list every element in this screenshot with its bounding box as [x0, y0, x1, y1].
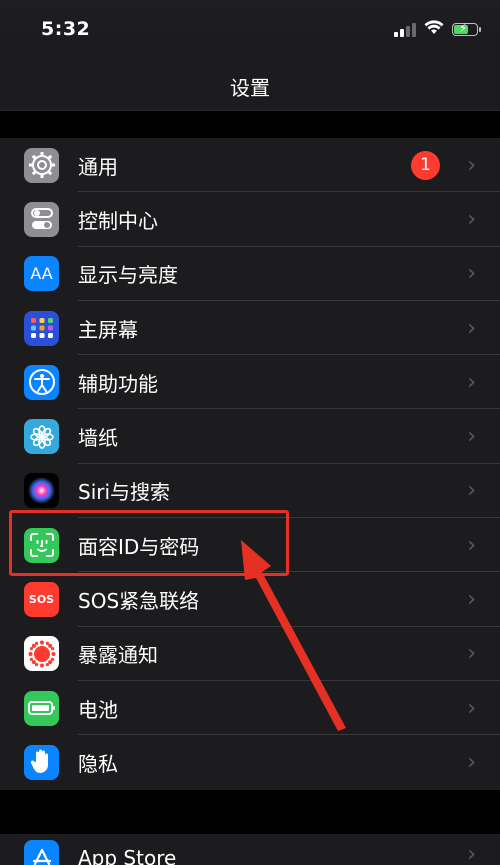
- settings-label-home-screen: 主屏幕: [78, 317, 138, 342]
- notification-badge: 1: [411, 150, 440, 180]
- sos-icon: SOS: [24, 582, 59, 618]
- chevron-right-icon: ›: [467, 261, 476, 287]
- settings-screen: 5:32 ⚡ 设置 通用 1 › 控制中心 › AA 显示与亮度 › 主屏幕 ›…: [0, 0, 500, 865]
- settings-row-face-id-passcode[interactable]: 面容ID与密码 ›: [0, 518, 500, 573]
- settings-label-accessibility: 辅助功能: [78, 371, 158, 396]
- chevron-right-icon: ›: [467, 478, 476, 504]
- battery-charging-icon: ⚡: [452, 21, 481, 36]
- settings-label-display-brightness: 显示与亮度: [78, 263, 178, 288]
- gear-icon: [24, 147, 59, 183]
- settings-label-privacy: 隐私: [78, 751, 118, 776]
- accessibility-icon: [24, 364, 59, 400]
- exposure-notification-icon: [24, 636, 59, 672]
- app-store-icon: [24, 840, 59, 865]
- chevron-right-icon: ›: [467, 695, 476, 721]
- chevron-right-icon: ›: [467, 369, 476, 395]
- settings-group-main: 通用 1 › 控制中心 › AA 显示与亮度 › 主屏幕 › 辅助功能 › 墙纸…: [0, 138, 500, 790]
- settings-row-privacy[interactable]: 隐私 ›: [0, 735, 500, 789]
- settings-label-battery: 电池: [78, 697, 118, 722]
- settings-row-emergency-sos[interactable]: SOS SOS紧急联络 ›: [0, 572, 500, 627]
- chevron-right-icon: ›: [467, 315, 476, 341]
- settings-label-exposure-notifications: 暴露通知: [78, 643, 158, 668]
- status-icons: ⚡: [394, 20, 481, 39]
- chevron-right-icon: ›: [467, 641, 476, 667]
- status-time: 5:32: [41, 18, 91, 40]
- chevron-right-icon: ›: [467, 152, 476, 178]
- chevron-right-icon: ›: [467, 532, 476, 558]
- settings-row-wallpaper[interactable]: 墙纸 ›: [0, 409, 500, 464]
- settings-row-control-center[interactable]: 控制中心 ›: [0, 192, 500, 247]
- page-title: 设置: [230, 76, 270, 100]
- settings-label-face-id-passcode: 面容ID与密码: [78, 534, 200, 559]
- settings-label-general: 通用: [78, 154, 118, 179]
- siri-icon: [24, 473, 59, 509]
- settings-row-general[interactable]: 通用 1 ›: [0, 138, 500, 193]
- settings-group-store: App Store ›: [0, 834, 500, 865]
- face-id-icon: [24, 527, 59, 563]
- home-screen-grid-icon: [24, 310, 59, 346]
- chevron-right-icon: ›: [467, 587, 476, 613]
- settings-row-app-store[interactable]: App Store ›: [0, 834, 500, 865]
- wallpaper-flower-icon: [24, 419, 59, 455]
- settings-label-siri-search: Siri与搜索: [78, 480, 171, 505]
- settings-row-siri-search[interactable]: Siri与搜索 ›: [0, 464, 500, 519]
- toggle-switches-icon: [24, 201, 59, 237]
- settings-row-home-screen[interactable]: 主屏幕 ›: [0, 301, 500, 356]
- settings-label-app-store: App Store: [78, 846, 177, 865]
- settings-row-display-brightness[interactable]: AA 显示与亮度 ›: [0, 247, 500, 301]
- chevron-right-icon: ›: [467, 842, 476, 865]
- cellular-signal-icon: [394, 22, 416, 37]
- settings-row-battery[interactable]: 电池 ›: [0, 681, 500, 736]
- chevron-right-icon: ›: [467, 206, 476, 232]
- settings-label-control-center: 控制中心: [78, 208, 158, 233]
- wifi-icon: [424, 20, 444, 39]
- chevron-right-icon: ›: [467, 424, 476, 450]
- display-aa-icon: AA: [24, 256, 59, 292]
- settings-row-accessibility[interactable]: 辅助功能 ›: [0, 355, 500, 410]
- battery-icon: [24, 690, 59, 726]
- chevron-right-icon: ›: [467, 749, 476, 775]
- settings-label-wallpaper: 墙纸: [78, 426, 118, 451]
- privacy-hand-icon: [24, 744, 59, 780]
- settings-label-emergency-sos: SOS紧急联络: [78, 589, 200, 614]
- navigation-bar: 设置: [0, 58, 500, 111]
- status-bar: 5:32 ⚡: [0, 0, 500, 58]
- settings-row-exposure-notifications[interactable]: 暴露通知 ›: [0, 627, 500, 681]
